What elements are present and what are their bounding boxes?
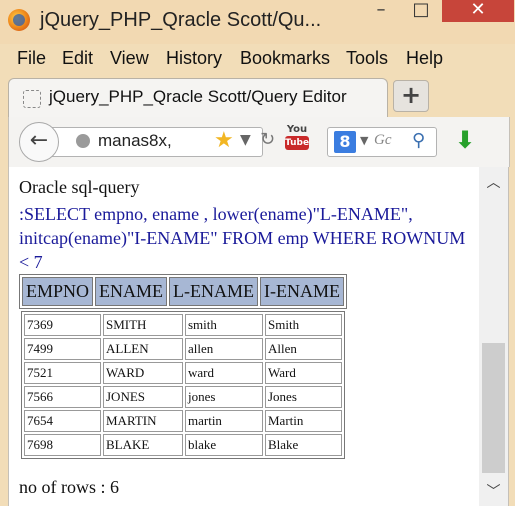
cell-empno: 7654: [24, 410, 101, 432]
globe-icon: [76, 134, 90, 148]
column-header-ename: ENAME: [95, 277, 168, 306]
cell-empno: 7369: [24, 314, 101, 336]
tab-query-editor[interactable]: jQuery_PHP_Qracle Scott/Query Editor: [8, 78, 388, 117]
page-favicon-icon: [23, 90, 41, 108]
menu-bookmarks[interactable]: Bookmarks: [240, 48, 330, 69]
scroll-down-icon[interactable]: ﹀: [479, 481, 508, 501]
menu-help[interactable]: Help: [406, 48, 443, 69]
cell-l-ename: martin: [185, 410, 263, 432]
cell-ename: WARD: [103, 362, 183, 384]
column-header-l-ename: L-ENAME: [169, 277, 258, 306]
menu-view[interactable]: View: [110, 48, 149, 69]
table-row: 7654 MARTIN martin Martin: [24, 410, 342, 432]
reload-icon[interactable]: ↻: [260, 129, 275, 150]
menu-edit[interactable]: Edit: [62, 48, 93, 69]
cell-l-ename: jones: [185, 386, 263, 408]
cell-i-ename: Martin: [265, 410, 342, 432]
url-bar[interactable]: manas8x, ★ ▼ ↻: [45, 127, 275, 157]
tab-strip: jQuery_PHP_Qracle Scott/Query Editor +: [0, 72, 515, 118]
search-icon[interactable]: ⚲: [412, 130, 425, 151]
cell-ename: BLAKE: [103, 434, 183, 456]
results-header-table: EMPNO ENAME L-ENAME I-ENAME: [19, 274, 347, 309]
cell-ename: SMITH: [103, 314, 183, 336]
cell-l-ename: ward: [185, 362, 263, 384]
cell-l-ename: smith: [185, 314, 263, 336]
page-heading: Oracle sql-query: [19, 177, 140, 197]
cell-empno: 7566: [24, 386, 101, 408]
table-row: 7499 ALLEN allen Allen: [24, 338, 342, 360]
cell-empno: 7521: [24, 362, 101, 384]
search-engine-dropdown-icon[interactable]: ▼: [360, 134, 368, 147]
table-row: 7566 JONES jones Jones: [24, 386, 342, 408]
page-content: Oracle sql-query :SELECT empno, ename , …: [8, 167, 479, 506]
cell-l-ename: blake: [185, 434, 263, 456]
search-engine-icon[interactable]: 8: [334, 131, 356, 153]
cell-i-ename: Blake: [265, 434, 342, 456]
menu-tools[interactable]: Tools: [346, 48, 388, 69]
back-button[interactable]: ←: [19, 122, 59, 162]
column-header-i-ename: I-ENAME: [260, 277, 344, 306]
cell-i-ename: Ward: [265, 362, 342, 384]
tab-title: jQuery_PHP_Qracle Scott/Query Editor: [49, 87, 347, 106]
cell-i-ename: Allen: [265, 338, 342, 360]
table-row: 7369 SMITH smith Smith: [24, 314, 342, 336]
minimize-button[interactable]: –: [362, 0, 400, 22]
cell-empno: 7499: [24, 338, 101, 360]
cell-ename: MARTIN: [103, 410, 183, 432]
vertical-scrollbar[interactable]: ︿ ﹀: [479, 167, 509, 506]
firefox-logo-icon: [8, 9, 30, 31]
back-arrow-icon: ←: [29, 128, 49, 153]
navigation-bar: manas8x, ★ ▼ ↻ ← You Tube 8 ▼ Gc ⚲ ⬇: [8, 117, 510, 167]
history-dropdown-icon[interactable]: ▼: [240, 132, 251, 148]
url-text[interactable]: manas8x,: [98, 131, 172, 151]
cell-empno: 7698: [24, 434, 101, 456]
search-box[interactable]: 8 ▼ Gc ⚲: [327, 127, 437, 157]
search-input[interactable]: Gc: [374, 132, 392, 149]
sql-query-text: :SELECT empno, ename , lower(ename)"L-EN…: [19, 204, 466, 272]
scroll-up-icon[interactable]: ︿: [479, 172, 508, 192]
table-row: 7698 BLAKE blake Blake: [24, 434, 342, 456]
cell-ename: ALLEN: [103, 338, 183, 360]
close-button[interactable]: ✕: [442, 0, 514, 22]
column-header-empno: EMPNO: [22, 277, 94, 306]
menu-bar: File Edit View History Bookmarks Tools H…: [0, 44, 515, 72]
menu-file[interactable]: File: [17, 48, 46, 69]
results-data-table: 7369 SMITH smith Smith 7499 ALLEN allen …: [21, 311, 345, 459]
cell-ename: JONES: [103, 386, 183, 408]
cell-i-ename: Jones: [265, 386, 342, 408]
cell-i-ename: Smith: [265, 314, 342, 336]
new-tab-button[interactable]: +: [393, 80, 429, 112]
menu-history[interactable]: History: [166, 48, 222, 69]
title-bar: jQuery_PHP_Qracle Scott/Qu... – □ ✕: [0, 0, 515, 44]
cell-l-ename: allen: [185, 338, 263, 360]
youtube-icon[interactable]: You Tube: [285, 124, 309, 154]
bookmark-star-icon[interactable]: ★: [214, 128, 234, 153]
maximize-button[interactable]: □: [402, 0, 440, 22]
row-count-text: no of rows : 6: [19, 477, 119, 497]
download-icon[interactable]: ⬇: [455, 126, 475, 154]
scrollbar-thumb[interactable]: [482, 343, 505, 473]
table-row: 7521 WARD ward Ward: [24, 362, 342, 384]
window-title: jQuery_PHP_Qracle Scott/Qu...: [40, 9, 322, 31]
